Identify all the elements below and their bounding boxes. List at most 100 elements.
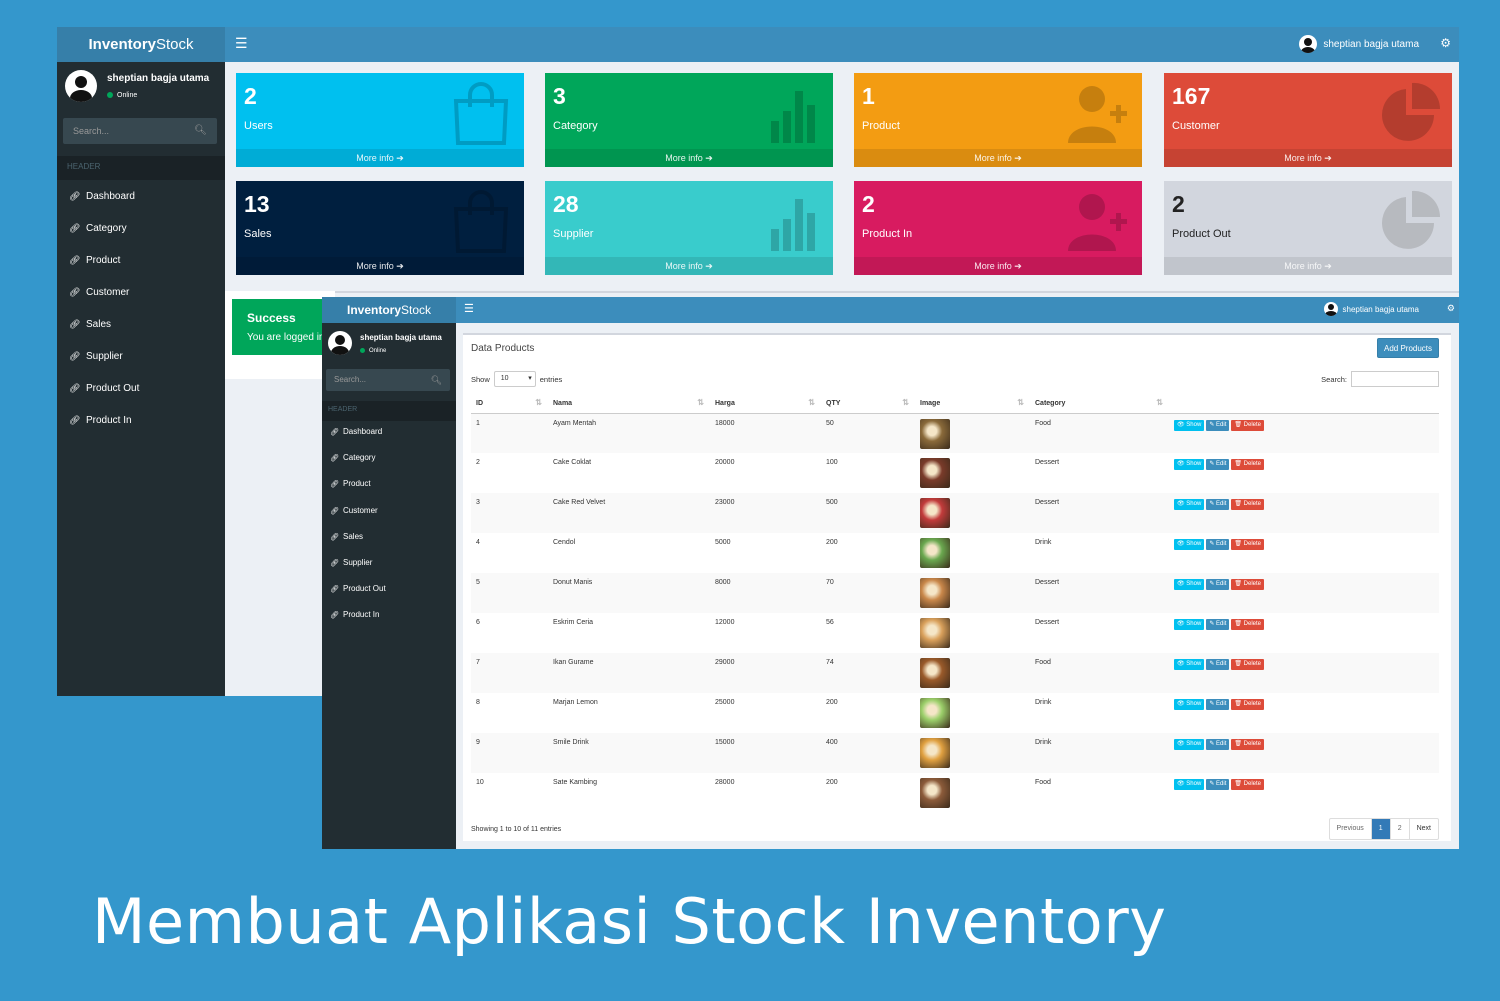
edit-button[interactable]: ✎ Edit <box>1206 499 1230 510</box>
cell-image <box>915 573 1030 613</box>
more-info-link[interactable]: More info ➔ <box>236 257 524 275</box>
products-table: ID ⇅ Nama ⇅ Harga ⇅ QTY ⇅ Image ⇅ Category ⇅ 1… <box>471 395 1439 813</box>
edit-button[interactable]: ✎ Edit <box>1206 619 1230 630</box>
table-row: 6 Eskrim Ceria 12000 56 Dessert 👁︎ Show ✎ Edit… <box>471 613 1439 653</box>
cell-category: Dessert <box>1035 459 1060 466</box>
delete-button[interactable]: 🗑︎ Delete <box>1231 579 1264 590</box>
show-button[interactable]: 👁︎ Show <box>1174 699 1205 710</box>
sidebar-search-input[interactable]: Search... 🔍︎ <box>326 369 450 391</box>
delete-button[interactable]: 🗑︎ Delete <box>1231 659 1264 670</box>
link-icon: 🔗︎ <box>330 533 339 541</box>
search-icon[interactable]: 🔍︎ <box>431 369 442 391</box>
show-button[interactable]: 👁︎ Show <box>1174 659 1205 670</box>
table-search-input[interactable] <box>1351 371 1439 387</box>
edit-button[interactable]: ✎ Edit <box>1206 459 1230 470</box>
show-button[interactable]: 👁︎ Show <box>1174 539 1205 550</box>
cell-image <box>915 493 1030 533</box>
more-info-link[interactable]: More info ➔ <box>854 257 1142 275</box>
sort-icon: ⇅ <box>1017 398 1024 407</box>
sidebar-search-input[interactable]: Search... 🔍︎ <box>63 118 217 144</box>
column-header-nama[interactable]: Nama ⇅ <box>548 395 710 414</box>
edit-button[interactable]: ✎ Edit <box>1206 579 1230 590</box>
link-icon: 🔗︎ <box>69 383 81 393</box>
tile-value: 13 <box>244 191 270 217</box>
user-menu[interactable]: sheptian bagja utama <box>1323 302 1419 316</box>
pager-page-2[interactable]: 2 <box>1391 819 1410 839</box>
gears-icon[interactable]: ⚙ <box>1447 303 1455 314</box>
show-button[interactable]: 👁︎ Show <box>1174 739 1205 750</box>
sidebar-item-sales[interactable]: 🔗︎ Sales <box>322 524 456 550</box>
column-header-category[interactable]: Category ⇅ <box>1030 395 1169 414</box>
pie-chart-icon <box>1382 190 1441 249</box>
user-menu[interactable]: sheptian bagja utama <box>1299 35 1419 53</box>
sidebar-item-customer[interactable]: 🔗︎ Customer <box>322 498 456 524</box>
sidebar-item-category[interactable]: 🔗︎ Category <box>322 445 456 471</box>
show-button[interactable]: 👁︎ Show <box>1174 579 1205 590</box>
tile-customer: 167 Customer More info ➔ <box>1164 73 1452 167</box>
delete-button[interactable]: 🗑︎ Delete <box>1231 739 1264 750</box>
column-header-id[interactable]: ID ⇅ <box>471 395 548 414</box>
show-button[interactable]: 👁︎ Show <box>1174 499 1205 510</box>
more-info-link[interactable]: More info ➔ <box>1164 149 1452 167</box>
more-info-link[interactable]: More info ➔ <box>545 149 833 167</box>
cell-id: 3 <box>471 493 548 533</box>
app-logo[interactable]: InventoryStock <box>57 27 225 62</box>
delete-button[interactable]: 🗑︎ Delete <box>1231 779 1264 790</box>
column-header-qty[interactable]: QTY ⇅ <box>821 395 915 414</box>
sidebar-item-supplier[interactable]: 🔗︎ Supplier <box>322 550 456 576</box>
more-info-link[interactable]: More info ➔ <box>545 257 833 275</box>
sidebar-menu: 🔗︎ Dashboard 🔗︎ Category 🔗︎ Product 🔗︎ Custo… <box>57 180 225 436</box>
edit-button[interactable]: ✎ Edit <box>1206 699 1230 710</box>
menu-toggle-icon[interactable]: ☰ <box>464 302 474 315</box>
sidebar-item-dashboard[interactable]: 🔗︎ Dashboard <box>322 419 456 445</box>
edit-button[interactable]: ✎ Edit <box>1206 539 1230 550</box>
column-header-harga[interactable]: Harga ⇅ <box>710 395 821 414</box>
sidebar-item-dashboard[interactable]: 🔗︎ Dashboard <box>57 180 225 212</box>
more-info-link[interactable]: More info ➔ <box>236 149 524 167</box>
search-icon[interactable]: 🔍︎ <box>194 118 207 144</box>
show-button[interactable]: 👁︎ Show <box>1174 619 1205 630</box>
delete-button[interactable]: 🗑︎ Delete <box>1231 539 1264 550</box>
edit-button[interactable]: ✎ Edit <box>1206 739 1230 750</box>
page-length-select[interactable]: 10 <box>493 371 536 387</box>
sidebar-item-product-in[interactable]: 🔗︎ Product In <box>57 404 225 436</box>
sidebar-item-product-in[interactable]: 🔗︎ Product In <box>322 602 456 628</box>
pager-page-1[interactable]: 1 <box>1371 819 1391 839</box>
gears-icon[interactable]: ⚙ <box>1440 36 1451 50</box>
pager-previous[interactable]: Previous <box>1330 819 1372 839</box>
add-products-button[interactable]: Add Products <box>1377 338 1439 358</box>
pie-chart-icon <box>1382 82 1441 141</box>
sidebar-item-sales[interactable]: 🔗︎ Sales <box>57 308 225 340</box>
product-thumbnail <box>920 538 950 568</box>
sidebar-item-customer[interactable]: 🔗︎ Customer <box>57 276 225 308</box>
cell-category: Dessert <box>1035 619 1060 626</box>
app-logo[interactable]: InventoryStock <box>322 297 456 323</box>
sidebar-item-supplier[interactable]: 🔗︎ Supplier <box>57 340 225 372</box>
edit-button[interactable]: ✎ Edit <box>1206 779 1230 790</box>
sidebar-item-product-out[interactable]: 🔗︎ Product Out <box>57 372 225 404</box>
menu-toggle-icon[interactable]: ☰ <box>235 35 248 52</box>
column-header-image[interactable]: Image ⇅ <box>915 395 1030 414</box>
cell-image <box>915 533 1030 573</box>
sidebar-item-product[interactable]: 🔗︎ Product <box>57 244 225 276</box>
delete-button[interactable]: 🗑︎ Delete <box>1231 459 1264 470</box>
delete-button[interactable]: 🗑︎ Delete <box>1231 499 1264 510</box>
delete-button[interactable]: 🗑︎ Delete <box>1231 699 1264 710</box>
sidebar-item-product-out[interactable]: 🔗︎ Product Out <box>322 576 456 602</box>
delete-button[interactable]: 🗑︎ Delete <box>1231 419 1264 431</box>
show-button[interactable]: 👁︎ Show <box>1174 459 1205 470</box>
edit-button[interactable]: ✎ Edit <box>1206 419 1230 431</box>
delete-button[interactable]: 🗑︎ Delete <box>1231 619 1264 630</box>
cell-id: 2 <box>476 459 480 466</box>
cell-id: 4 <box>476 539 480 546</box>
pager-next[interactable]: Next <box>1410 819 1438 839</box>
online-status: Online <box>360 348 386 354</box>
show-button[interactable]: 👁︎ Show <box>1174 779 1205 790</box>
more-info-link[interactable]: More info ➔ <box>854 149 1142 167</box>
sidebar-item-category[interactable]: 🔗︎ Category <box>57 212 225 244</box>
edit-button[interactable]: ✎ Edit <box>1206 659 1230 670</box>
sidebar-item-product[interactable]: 🔗︎ Product <box>322 471 456 497</box>
more-info-link[interactable]: More info ➔ <box>1164 257 1452 275</box>
show-button[interactable]: 👁︎ Show <box>1174 419 1205 431</box>
bar-chart-icon <box>771 91 815 143</box>
